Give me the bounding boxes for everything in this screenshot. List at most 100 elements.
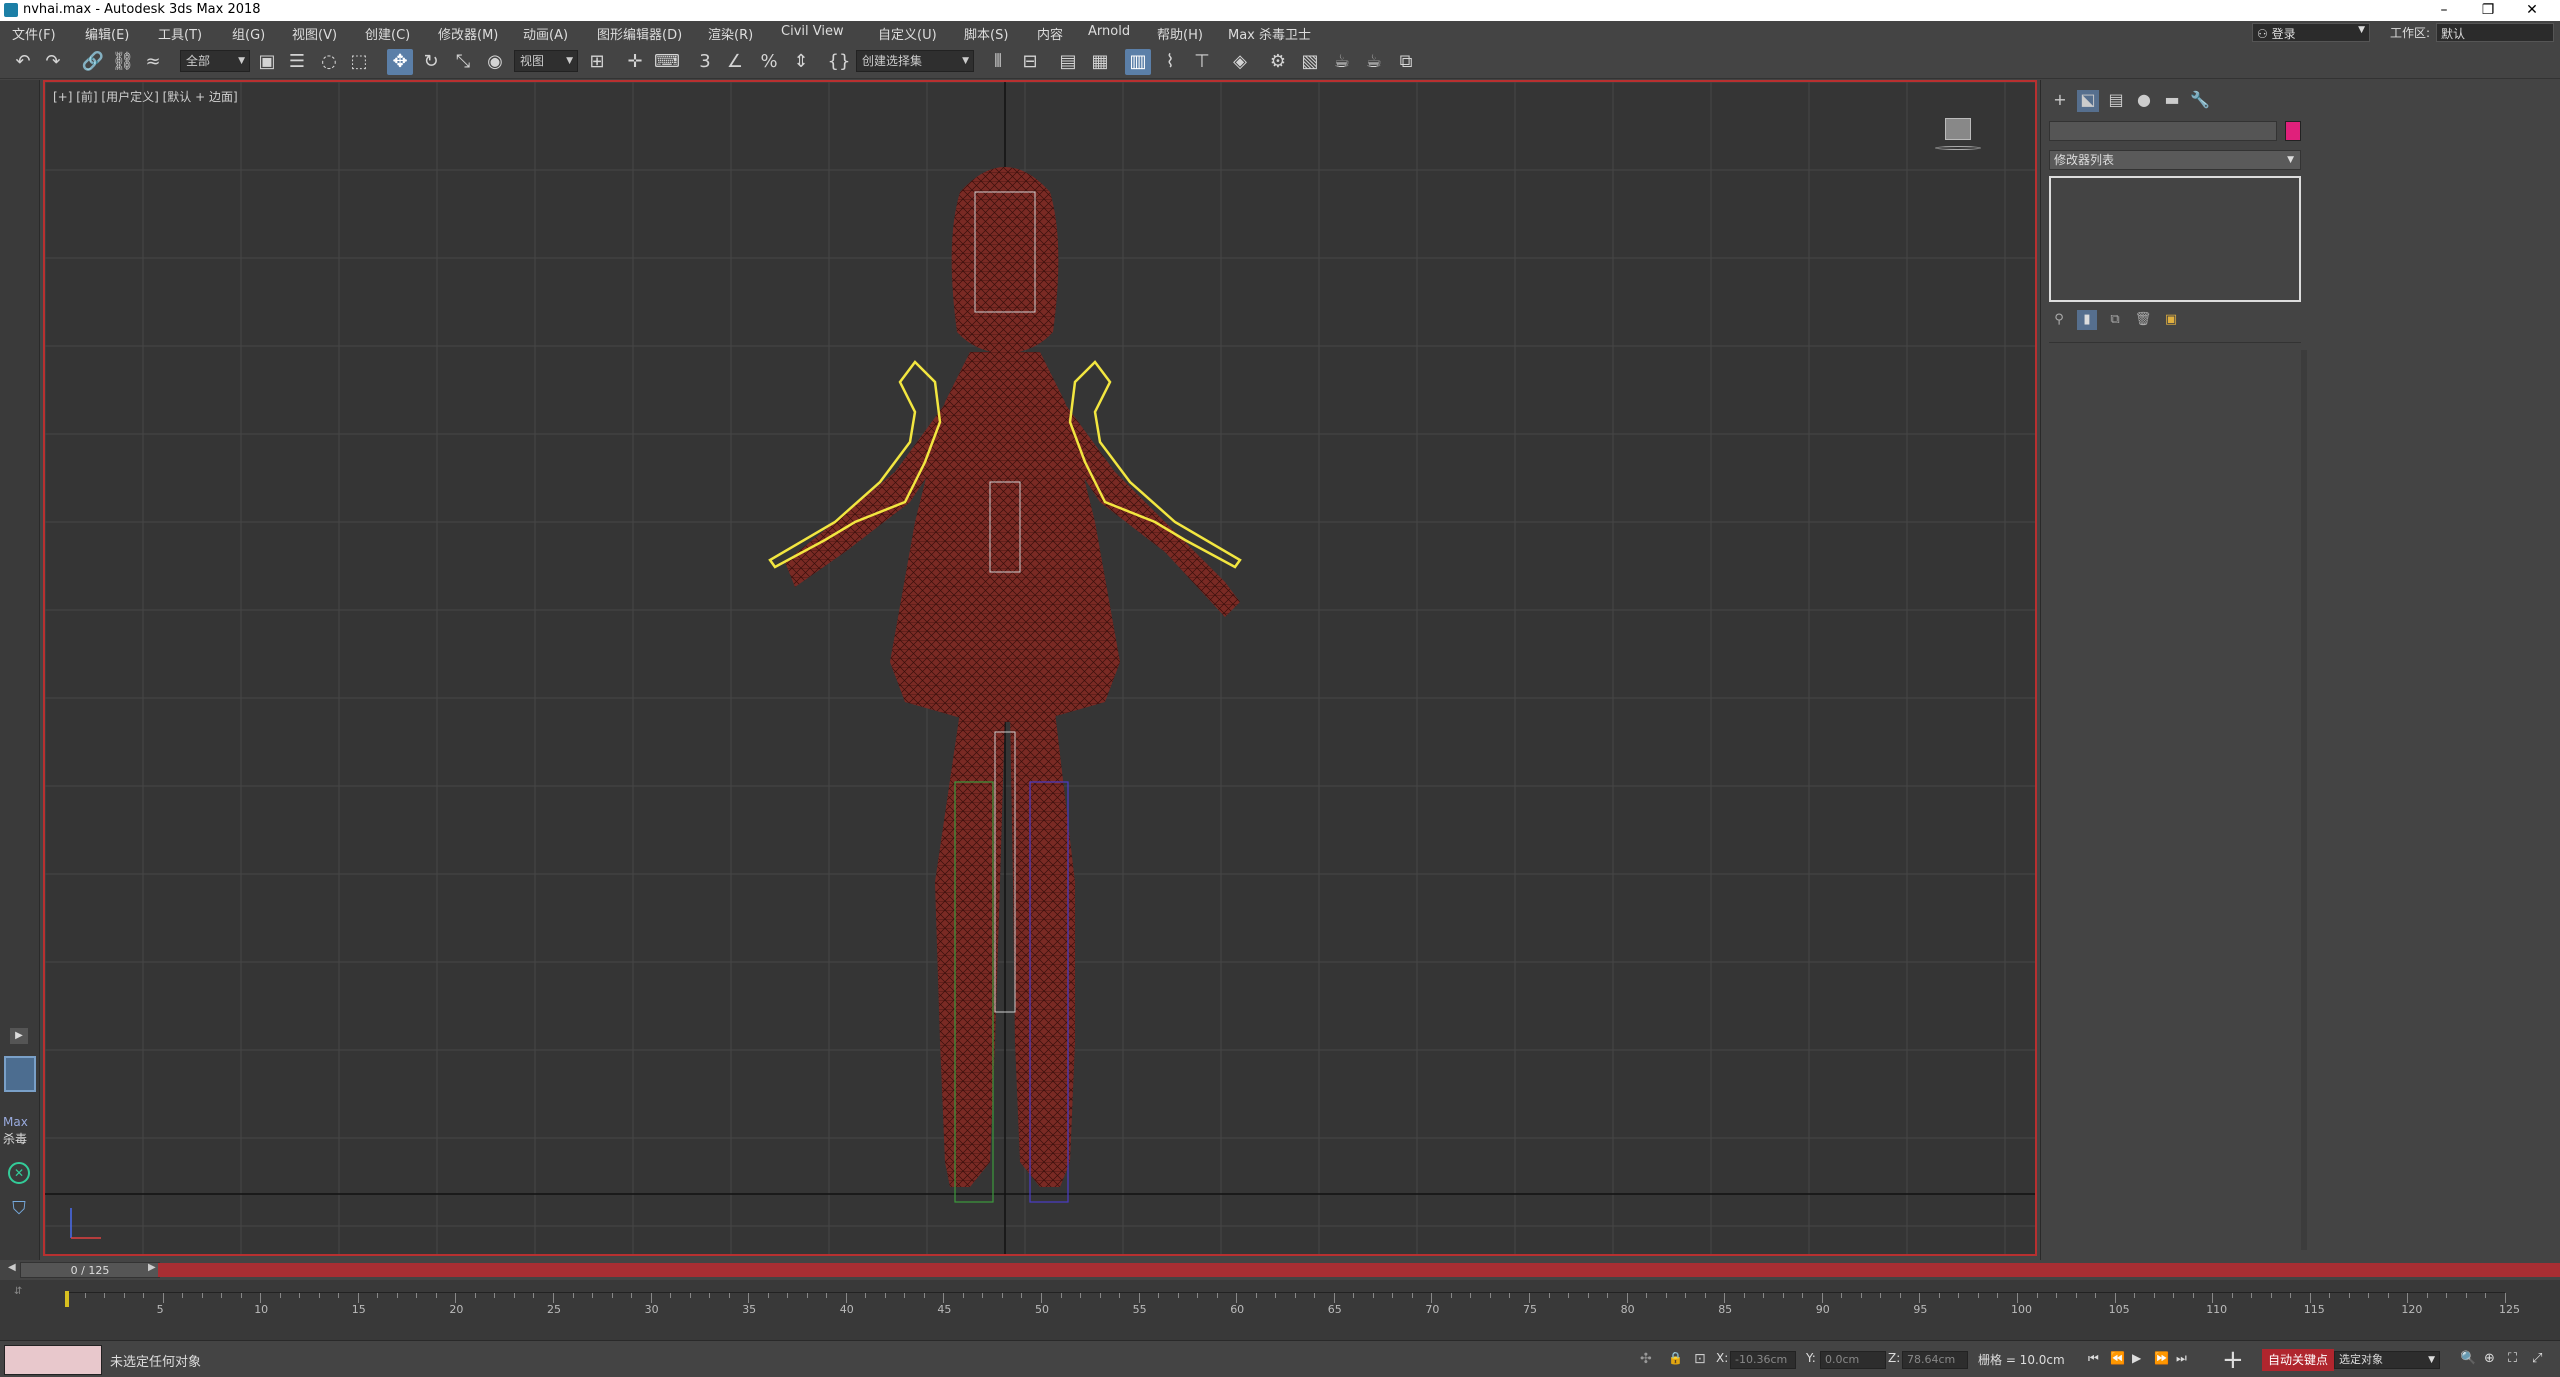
keyboard-shortcut-toggle-icon[interactable]: ⌨ <box>654 49 680 75</box>
unlink-icon[interactable]: ⛓ <box>110 49 136 75</box>
ribbon-toggle-icon[interactable]: ▥ <box>1125 49 1151 75</box>
restore-button[interactable]: ❐ <box>2468 0 2508 21</box>
select-manipulate-icon[interactable]: ✛ <box>622 49 648 75</box>
layer-explorer-icon[interactable]: ▦ <box>1087 49 1113 75</box>
render-setup-icon[interactable]: ⚙ <box>1265 49 1291 75</box>
bind-spacewarp-icon[interactable]: ≈ <box>140 49 166 75</box>
modifier-list-dropdown[interactable]: 修改器列表 ▼ <box>2049 150 2301 170</box>
select-object-icon[interactable]: ▣ <box>254 49 280 75</box>
current-frame-marker[interactable] <box>65 1291 69 1307</box>
zoom-all-icon[interactable]: ⊕ <box>2484 1351 2495 1366</box>
viewport-layout-tab[interactable] <box>4 1056 36 1092</box>
angle-snap-icon[interactable]: ∠ <box>722 49 748 75</box>
y-coord-field[interactable]: 0.0cm <box>1820 1351 1886 1369</box>
isolate-selection-icon[interactable]: ✣ <box>1640 1351 1652 1367</box>
menu-tools[interactable]: 工具(T) <box>158 24 202 43</box>
named-selection-dropdown[interactable]: 创建选择集 ▼ <box>856 50 974 72</box>
panel-scrollbar[interactable] <box>2301 350 2307 1250</box>
schematic-view-icon[interactable]: ⊤ <box>1189 49 1215 75</box>
set-key-icon[interactable]: + <box>2222 1345 2244 1375</box>
menu-civil-view[interactable]: Civil View <box>781 24 844 39</box>
remove-modifier-icon[interactable]: 🗑 <box>2133 310 2153 330</box>
antivirus-scan-icon[interactable]: ✕ <box>8 1162 30 1184</box>
show-end-result-icon[interactable]: ▮ <box>2077 310 2097 330</box>
select-and-scale-icon[interactable]: ⤡ <box>450 49 476 75</box>
reference-coord-dropdown[interactable]: 视图 ▼ <box>514 50 578 72</box>
menu-arnold[interactable]: Arnold <box>1088 24 1130 39</box>
select-and-rotate-icon[interactable]: ↻ <box>418 49 444 75</box>
pin-stack-icon[interactable]: ⚲ <box>2049 310 2069 330</box>
spinner-snap-icon[interactable]: ⇕ <box>788 49 814 75</box>
modify-tab-icon[interactable]: ⬕ <box>2077 90 2099 112</box>
menu-edit[interactable]: 编辑(E) <box>85 24 129 43</box>
redo-icon[interactable]: ↷ <box>40 49 66 75</box>
object-name-field[interactable] <box>2049 121 2277 141</box>
x-coord-field[interactable]: -10.36cm <box>1730 1351 1796 1369</box>
utilities-tab-icon[interactable]: 🔧 <box>2189 90 2211 112</box>
create-tab-icon[interactable]: + <box>2049 90 2071 112</box>
menu-file[interactable]: 文件(F) <box>12 24 56 43</box>
render-iterative-icon[interactable]: ☕ <box>1361 49 1387 75</box>
make-unique-icon[interactable]: ⧉ <box>2105 310 2125 330</box>
auto-key-button[interactable]: 自动关键点 <box>2262 1349 2335 1371</box>
zoom-extents-icon[interactable]: ⛶ <box>2508 1351 2517 1366</box>
display-tab-icon[interactable]: ▬ <box>2161 90 2183 112</box>
shield-icon[interactable]: ⛉ <box>8 1198 30 1220</box>
menu-animation[interactable]: 动画(A) <box>523 24 568 43</box>
close-button[interactable]: ✕ <box>2512 0 2552 21</box>
viewcube-ring[interactable] <box>1935 146 1981 150</box>
menu-content[interactable]: 内容 <box>1037 24 1063 43</box>
menu-modifiers[interactable]: 修改器(M) <box>438 24 498 43</box>
selection-lock-icon[interactable]: 🔒 <box>1668 1351 1683 1365</box>
maxscript-listener-field[interactable] <box>4 1345 102 1375</box>
next-frame-icon[interactable]: ▶ <box>148 1262 158 1278</box>
align-icon[interactable]: ⊟ <box>1017 49 1043 75</box>
undo-icon[interactable]: ↶ <box>10 49 36 75</box>
configure-modifier-sets-icon[interactable]: ▣ <box>2161 310 2181 330</box>
maximize-viewport-icon[interactable]: ⤢ <box>2532 1351 2542 1366</box>
login-dropdown[interactable]: ⚇ 登录 ▼ <box>2252 23 2370 42</box>
absolute-mode-icon[interactable]: ⊡ <box>1694 1351 1706 1367</box>
minimize-button[interactable]: – <box>2424 0 2464 21</box>
viewcube-icon[interactable] <box>1945 118 1971 140</box>
menu-scripting[interactable]: 脚本(S) <box>964 24 1008 43</box>
go-to-end-icon[interactable]: ⏭ <box>2176 1351 2187 1366</box>
menu-help[interactable]: 帮助(H) <box>1157 24 1203 43</box>
menu-create[interactable]: 创建(C) <box>365 24 410 43</box>
z-coord-field[interactable]: 78.64cm <box>1902 1351 1968 1369</box>
previous-key-icon[interactable]: ⏪ <box>2110 1351 2125 1365</box>
menu-graph-editors[interactable]: 图形编辑器(D) <box>597 24 682 43</box>
pivot-center-icon[interactable]: ⊞ <box>584 49 610 75</box>
material-editor-icon[interactable]: ◈ <box>1227 49 1253 75</box>
track-bar-toggle-icon[interactable]: ⇵ <box>14 1286 22 1297</box>
percent-snap-icon[interactable]: % <box>756 49 782 75</box>
object-color-swatch[interactable] <box>2285 121 2301 141</box>
viewport-canvas[interactable] <box>45 82 2035 1254</box>
prev-frame-icon[interactable]: ◀ <box>8 1262 18 1278</box>
select-and-move-icon[interactable]: ✥ <box>387 49 413 75</box>
modifier-stack[interactable] <box>2049 176 2301 302</box>
curve-editor-icon[interactable]: ⌇ <box>1157 49 1183 75</box>
motion-tab-icon[interactable]: ● <box>2133 90 2155 112</box>
front-viewport[interactable]: [+] [前] [用户定义] [默认 + 边面] <box>43 80 2037 1256</box>
expand-layout-icon[interactable]: ▶ <box>10 1028 28 1044</box>
workspace-dropdown[interactable]: 默认 <box>2436 23 2554 42</box>
window-crossing-icon[interactable]: ⬚ <box>346 49 372 75</box>
menu-group[interactable]: 组(G) <box>232 24 265 43</box>
zoom-icon[interactable]: 🔍 <box>2460 1351 2476 1366</box>
next-key-icon[interactable]: ⏩ <box>2154 1351 2169 1365</box>
render-cloud-icon[interactable]: ⧉ <box>1393 49 1419 75</box>
frame-ruler[interactable]: 5 10 15 20 25 30 35 40 45 50 55 60 65 70 75 80 85 90 95 100… <box>65 1291 2520 1328</box>
select-and-place-icon[interactable]: ◉ <box>482 49 508 75</box>
menu-views[interactable]: 视图(V) <box>292 24 337 43</box>
menu-rendering[interactable]: 渲染(R) <box>708 24 753 43</box>
render-production-icon[interactable]: ☕ <box>1329 49 1355 75</box>
play-icon[interactable]: ▶ <box>2132 1351 2141 1365</box>
snaps-toggle-icon[interactable]: 3 <box>692 49 718 75</box>
menu-antivirus[interactable]: Max 杀毒卫士 <box>1228 24 1311 43</box>
hierarchy-tab-icon[interactable]: ▤ <box>2105 90 2127 112</box>
rendered-frame-window-icon[interactable]: ▧ <box>1297 49 1323 75</box>
selection-region-icon[interactable]: ◌ <box>316 49 342 75</box>
viewport-label[interactable]: [+] [前] [用户定义] [默认 + 边面] <box>53 88 238 105</box>
menu-customize[interactable]: 自定义(U) <box>878 24 937 43</box>
